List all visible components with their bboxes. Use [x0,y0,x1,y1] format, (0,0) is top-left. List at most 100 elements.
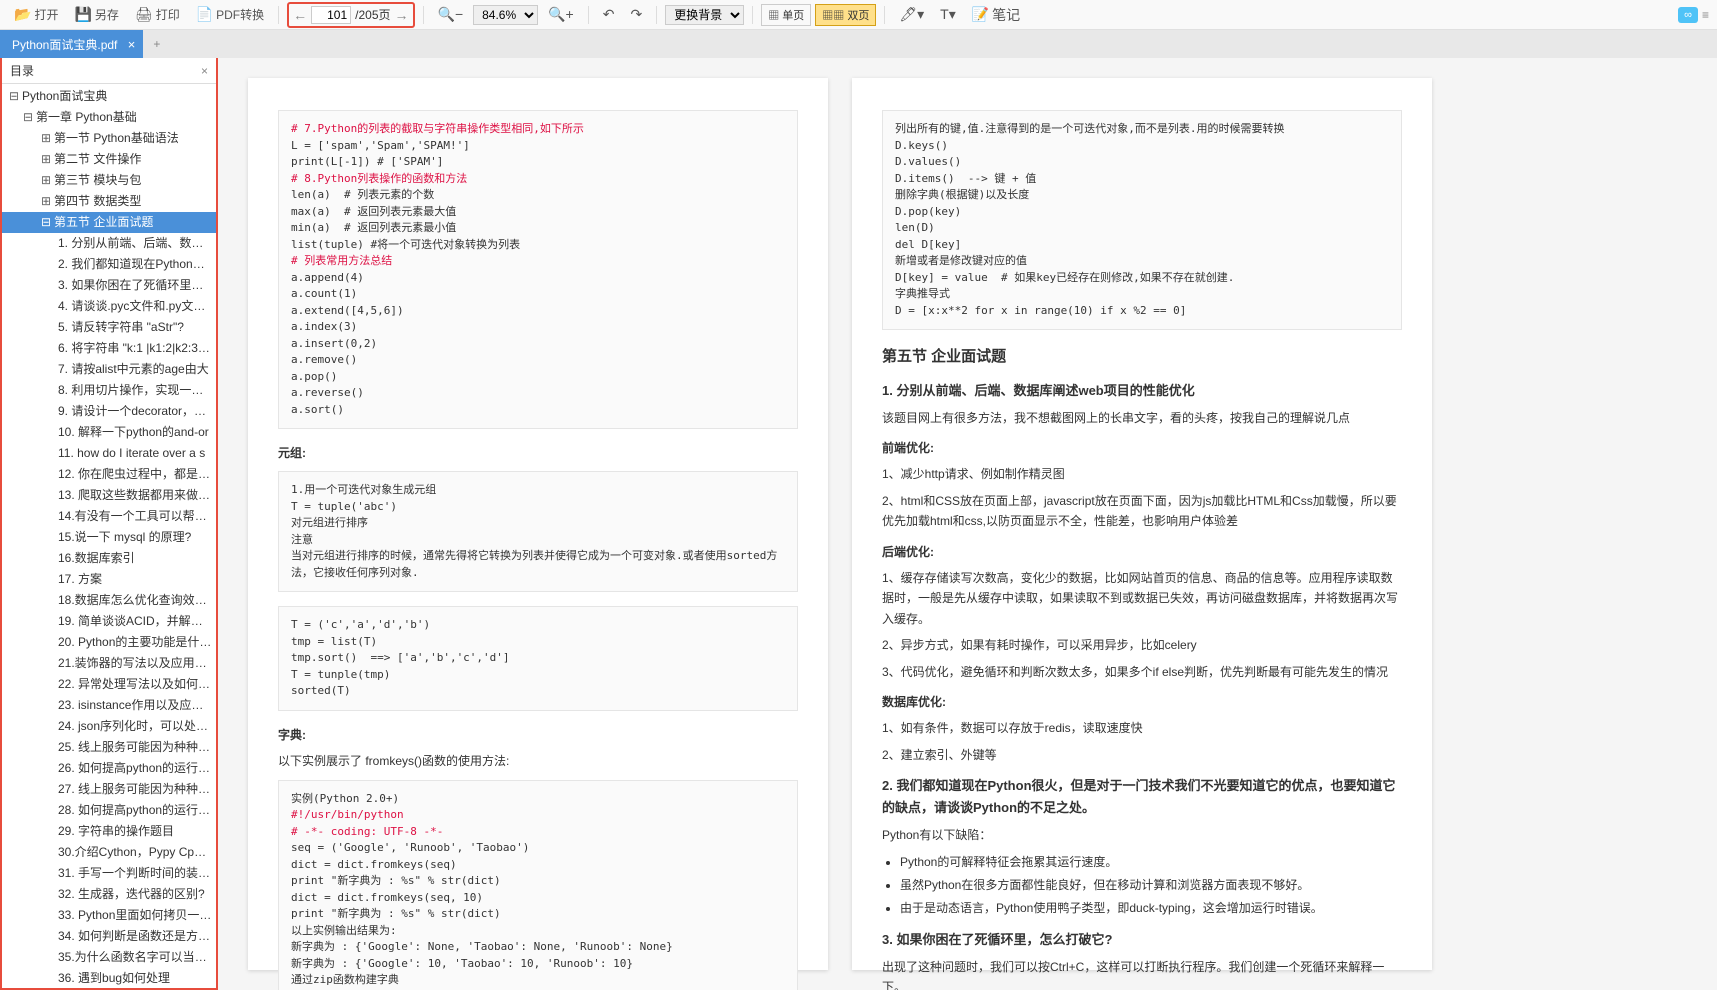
close-icon[interactable]: × [128,37,136,52]
question-heading: 3. 如果你困在了死循环里，怎么打破它? [882,929,1402,951]
tree-section[interactable]: ⊞第二节 文件操作 [2,149,216,170]
menu-icon[interactable]: ≡ [1702,8,1709,22]
tree-section[interactable]: ⊞第四节 数据类型 [2,191,216,212]
tree-item[interactable]: 27. 线上服务可能因为种种原因 [2,779,216,800]
tree-chapter[interactable]: ⊟第一章 Python基础 [2,107,216,128]
tree-item[interactable]: 16.数据库索引 [2,548,216,569]
expand-icon[interactable]: ⊞ [40,172,52,189]
expand-icon[interactable]: ⊞ [40,193,52,210]
single-page-button[interactable]: ▦ 单页 [761,4,811,26]
tree-item[interactable]: 14.有没有一个工具可以帮助查 [2,506,216,527]
background-select[interactable]: 更换背景 [665,5,744,25]
zoom-out-icon[interactable]: 🔍− [432,3,470,26]
tree-item[interactable]: 4. 请谈谈.pyc文件和.py文件的 [2,296,216,317]
tree-item[interactable]: 6. 将字符串 "k:1 |k1:2|k2:3|k3 [2,338,216,359]
code-line: 删除字典(根据键)以及长度 [895,188,1029,201]
page-viewer[interactable]: # 7.Python的列表的截取与字符串操作类型相同,如下所示 L = ['sp… [218,58,1717,990]
code-line: 当对元组进行排序的时候，通常先得将它转换为列表并使得它成为一个可变对象.或者使用… [291,549,777,579]
tree-item[interactable]: 26. 如何提高python的运行效率 [2,758,216,779]
tree-item[interactable]: 30.介绍Cython，Pypy Cpytho [2,842,216,863]
code-block: 列出所有的键,值.注意得到的是一个可迭代对象,而不是列表.用的时候需要转换 D.… [882,110,1402,330]
tree-item[interactable]: 10. 解释一下python的and-or [2,422,216,443]
collapse-icon[interactable]: ⊟ [40,214,52,231]
code-line: 新字典为 : {'Google': 10, 'Taobao': 10, 'Run… [291,957,633,970]
tree-root[interactable]: ⊟Python面试宝典 [2,86,216,107]
rotate-right-icon[interactable]: ↷ [624,3,648,26]
save-label: 另存 [95,6,119,23]
tree-item[interactable]: 15.说一下 mysql 的原理? [2,527,216,548]
tree-item[interactable]: 3. 如果你困在了死循环里，怎 [2,275,216,296]
infinity-badge[interactable]: ∞ [1678,7,1698,23]
print-button[interactable]: 🖨打印 [129,3,186,26]
expand-icon[interactable]: ⊞ [40,151,52,168]
prev-page-icon[interactable]: ← [293,7,307,23]
tree-item[interactable]: 36. 遇到bug如何处理 [2,968,216,988]
separator [278,6,279,24]
code-line: D = [x:x**2 for x in range(10) if x %2 =… [895,304,1186,317]
save-button[interactable]: 💾另存 [68,3,124,26]
next-page-icon[interactable]: → [395,7,409,23]
tree-section[interactable]: ⊞第一节 Python基础语法 [2,128,216,149]
tree-section-selected[interactable]: ⊟第五节 企业面试题 [2,212,216,233]
code-comment: # 7.Python的列表的截取与字符串操作类型相同,如下所示 [291,122,584,135]
tree-item[interactable]: 11. how do I iterate over a s [2,443,216,464]
code-line: 以上实例输出结果为: [291,924,397,937]
double-page-button[interactable]: ▦▦ 双页 [815,4,876,26]
tree-item[interactable]: 22. 异常处理写法以及如何主动 [2,674,216,695]
tree-item[interactable]: 29. 字符串的操作题目 [2,821,216,842]
code-line: min(a) # 返回列表元素最小值 [291,221,456,234]
code-line: 新增或者是修改键对应的值 [895,254,1027,267]
tree-item[interactable]: 13. 爬取这些数据都用来做什么 [2,485,216,506]
tree-item[interactable]: 12. 你在爬虫过程中，都是怎么 [2,464,216,485]
tree-item[interactable]: 5. 请反转字符串 "aStr"? [2,317,216,338]
tree-item[interactable]: 34. 如何判断是函数还是方法? [2,926,216,947]
tree-item[interactable]: 1. 分别从前端、后端、数据库 [2,233,216,254]
code-block: 实例(Python 2.0+) #!/usr/bin/python # -*- … [278,780,798,990]
sidebar-close-icon[interactable]: × [201,64,208,78]
body-text: 1、如有条件，数据可以存放于redis，读取速度快 [882,718,1402,738]
tree-item[interactable]: 2. 我们都知道现在Python很火 [2,254,216,275]
pdf-convert-button[interactable]: 📄PDF转换 [190,3,270,26]
add-tab-button[interactable]: + [143,30,170,58]
collapse-icon[interactable]: ⊟ [22,109,34,126]
code-line: a.reverse() [291,386,364,399]
zoom-in-icon[interactable]: 🔍+ [542,3,580,26]
tree-item[interactable]: 18.数据库怎么优化查询效率? [2,590,216,611]
text-tool-icon[interactable]: T▾ [934,3,962,26]
tree-item[interactable]: 32. 生成器，迭代器的区别? [2,884,216,905]
tree-item[interactable]: 17. 方案 [2,569,216,590]
body-text: 该题目网上有很多方法，我不想截图网上的长串文字，看的头疼，按我自己的理解说几点 [882,408,1402,428]
list-item: Python的可解释特征会拖累其运行速度。 [900,852,1402,872]
tree-item[interactable]: 20. Python的主要功能是什么? [2,632,216,653]
tree-item[interactable]: 8. 利用切片操作，实现一个trir [2,380,216,401]
tree-item[interactable]: 31. 手写一个判断时间的装饰器 [2,863,216,884]
tree-item[interactable]: 25. 线上服务可能因为种种原因 [2,737,216,758]
tree-item[interactable]: 9. 请设计一个decorator，它可 [2,401,216,422]
document-tab[interactable]: Python面试宝典.pdf × [0,30,143,58]
tree-section[interactable]: ⊞第三节 模块与包 [2,170,216,191]
rotate-left-icon[interactable]: ↶ [597,3,621,26]
notes-button[interactable]: 📝 笔记 [966,2,1026,28]
code-line: L = ['spam','Spam','SPAM!'] [291,139,470,152]
pdf-icon: 📄 [196,6,213,23]
page-number-input[interactable] [311,6,351,24]
code-line: a.extend([4,5,6]) [291,304,404,317]
code-line: D.keys() [895,139,948,152]
tree-item[interactable]: 33. Python里面如何拷贝一个对 [2,905,216,926]
tree-item[interactable]: 24. json序列化时，可以处理的 [2,716,216,737]
zoom-select[interactable]: 84.6% [473,5,538,25]
list-item: 由于是动态语言，Python使用鸭子类型，即duck-typing，这会增加运行… [900,898,1402,918]
tree-item[interactable]: 23. isinstance作用以及应用场 [2,695,216,716]
collapse-icon[interactable]: ⊟ [8,88,20,105]
tree-item[interactable]: 19. 简单谈谈ACID，并解释每 [2,611,216,632]
open-button[interactable]: 📂打开 [8,3,64,26]
double-page-label: 双页 [847,10,869,22]
tree-item[interactable]: 7. 请按alist中元素的age由大 [2,359,216,380]
code-line: seq = ('Google', 'Runoob', 'Taobao') [291,841,529,854]
highlight-icon[interactable]: 🖊▾ [893,3,930,26]
tab-bar: Python面试宝典.pdf × + [0,30,1717,58]
expand-icon[interactable]: ⊞ [40,130,52,147]
tree-item[interactable]: 28. 如何提高python的运行效率 [2,800,216,821]
tree-item[interactable]: 21.装饰器的写法以及应用场景 [2,653,216,674]
tree-item[interactable]: 35.为什么函数名字可以当做参 [2,947,216,968]
